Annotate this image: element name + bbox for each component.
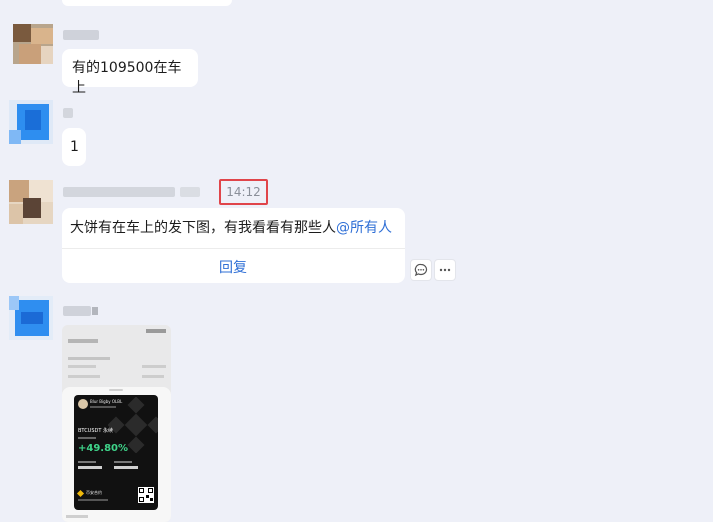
- reply-button[interactable]: 回复: [219, 257, 247, 277]
- sender-name: [63, 187, 175, 197]
- more-icon: [439, 268, 451, 272]
- bubble-divider: [62, 248, 405, 249]
- pnl-card: Blur Bigby OLBL BTCUSDT 永续 +49.80% 币安合约: [74, 395, 158, 510]
- message-bubble[interactable]: 有的109500在车上: [62, 49, 198, 96]
- avatar[interactable]: [9, 296, 53, 340]
- message-text: 1: [70, 139, 79, 155]
- message-text: 有的109500在车上: [72, 60, 182, 96]
- message-timestamp: 14:12: [219, 179, 268, 205]
- sender-name-suffix: [92, 307, 98, 315]
- mention-all-link[interactable]: @所有人: [336, 220, 392, 236]
- clipped-previous-bubble: [62, 0, 232, 6]
- qr-code-icon: [138, 487, 154, 503]
- avatar[interactable]: [9, 100, 53, 144]
- comment-icon: [414, 263, 428, 277]
- message-text: 大饼有在车上的发下图，有我看看有那些人: [70, 220, 336, 236]
- more-button[interactable]: [434, 259, 456, 281]
- message-bubble[interactable]: 1: [62, 128, 86, 166]
- sender-name-extra: [180, 187, 200, 197]
- comment-button[interactable]: [410, 259, 432, 281]
- avatar[interactable]: [13, 24, 53, 64]
- card-footer: 币安合约: [86, 490, 102, 495]
- avatar[interactable]: [9, 180, 53, 224]
- image-message[interactable]: Blur Bigby OLBL BTCUSDT 永续 +49.80% 币安合约: [62, 325, 171, 522]
- pair-label: BTCUSDT 永续: [78, 428, 114, 434]
- sender-name: [63, 108, 73, 118]
- sender-name: [63, 306, 91, 316]
- pnl-value: +49.80%: [78, 443, 129, 454]
- sender-name: [63, 30, 99, 40]
